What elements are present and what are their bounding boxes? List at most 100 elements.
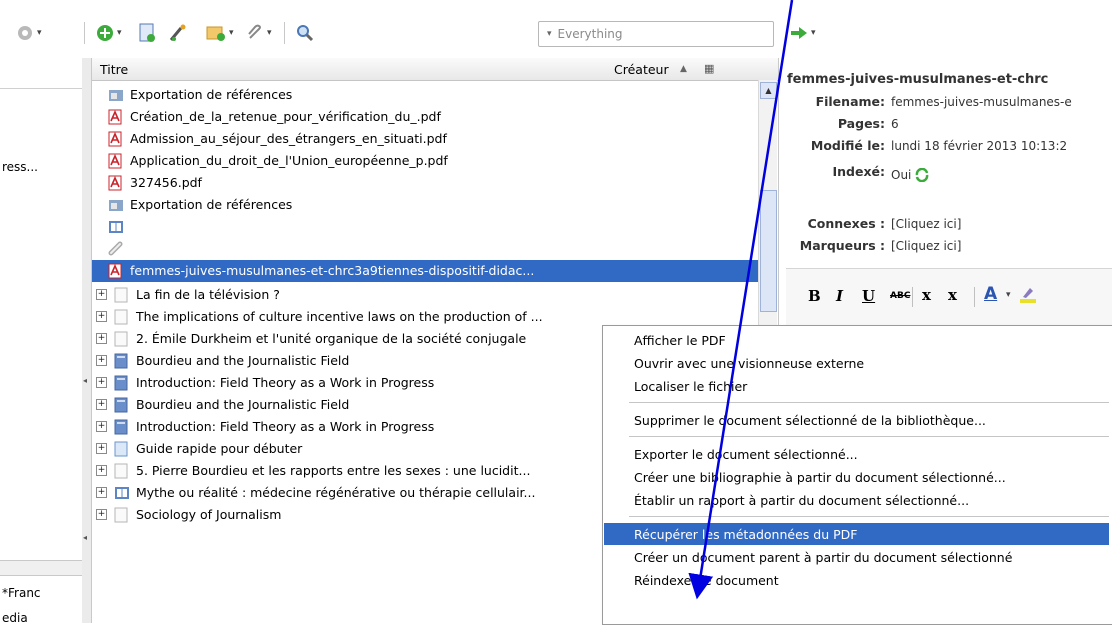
underline-button[interactable]: U <box>862 287 875 305</box>
row-title: Exportation de références <box>130 87 293 102</box>
search-placeholder: Everything <box>557 27 623 41</box>
context-menu-item[interactable]: Créer un document parent à partir du doc… <box>604 546 1109 568</box>
related-link[interactable]: [Cliquez ici] <box>891 217 961 231</box>
expand-toggle-icon[interactable]: + <box>96 399 107 410</box>
pane-splitter[interactable] <box>0 560 82 576</box>
context-menu-item[interactable]: Supprimer le document sélectionné de la … <box>604 409 1109 431</box>
column-title[interactable]: Titre <box>100 62 128 77</box>
context-menu-item[interactable]: Établir un rapport à partir du document … <box>604 489 1109 511</box>
expand-toggle-icon[interactable]: + <box>96 377 107 388</box>
table-row[interactable]: Exportation de références <box>92 84 758 106</box>
document-icon <box>114 507 128 523</box>
table-row[interactable]: Application_du_droit_de_l'Union_européen… <box>92 150 758 172</box>
table-row[interactable] <box>92 238 758 260</box>
table-row[interactable]: Exportation de références <box>92 194 758 216</box>
row-title: La fin de la télévision ? <box>136 287 280 302</box>
row-title: 327456.pdf <box>130 175 202 190</box>
column-creator[interactable]: Créateur <box>614 62 669 77</box>
attach-button[interactable]: ▾ <box>246 20 272 46</box>
reindex-icon[interactable] <box>915 168 929 182</box>
collapse-arrow-icon[interactable]: ◂ <box>83 533 87 542</box>
modified-value: lundi 18 février 2013 10:13:2 <box>891 139 1068 153</box>
related-label: Connexes : <box>807 216 885 231</box>
expand-toggle-icon[interactable]: + <box>96 509 107 520</box>
attach-icon <box>248 24 261 39</box>
add-by-identifier-button[interactable] <box>168 20 188 46</box>
superscript-button[interactable]: x <box>948 286 957 304</box>
expand-toggle-icon[interactable]: + <box>96 333 107 344</box>
row-title: 5. Pierre Bourdieu et les rapports entre… <box>136 463 531 478</box>
document-icon <box>114 309 128 325</box>
search-input[interactable]: ▾ Everything <box>538 21 774 47</box>
subscript-button[interactable]: x <box>922 286 931 304</box>
actions-button[interactable]: ▾ <box>16 20 42 46</box>
advanced-search-button[interactable] <box>296 20 314 46</box>
table-row[interactable]: + La fin de la télévision ? <box>92 284 758 306</box>
menu-separator <box>629 436 1109 437</box>
expand-toggle-icon[interactable]: + <box>96 289 107 300</box>
scroll-thumb[interactable] <box>760 190 777 312</box>
magic-wand-icon <box>169 24 186 41</box>
table-row[interactable]: Admission_au_séjour_des_étrangers_en_sit… <box>92 128 758 150</box>
expand-toggle-icon[interactable]: + <box>96 421 107 432</box>
bold-button[interactable]: B <box>808 287 821 305</box>
row-title: Bourdieu and the Journalistic Field <box>136 397 350 412</box>
context-menu-item[interactable]: Ouvrir avec une visionneuse externe <box>604 352 1109 374</box>
attachment-title[interactable]: femmes-juives-musulmanes-et-chrc <box>787 72 1048 87</box>
expand-toggle-icon[interactable]: + <box>96 465 107 476</box>
column-picker-icon[interactable]: ▦ <box>704 62 714 75</box>
pages-label: Pages: <box>837 116 885 131</box>
search-mode-icon[interactable]: ▾ <box>547 29 552 39</box>
scroll-up-icon[interactable]: ▲ <box>760 82 777 99</box>
highlight-icon[interactable] <box>1018 285 1038 305</box>
collapse-arrow-icon[interactable]: ◂ <box>83 376 87 385</box>
row-title: Sociology of Journalism <box>136 507 282 522</box>
locate-button[interactable]: ▾ <box>790 20 816 46</box>
gear-icon <box>18 26 32 40</box>
row-title: Introduction: Field Theory as a Work in … <box>136 375 435 390</box>
indexed-value: Oui <box>891 168 912 182</box>
new-note-icon <box>139 23 155 42</box>
note-editor-toolbar: B I U ABC x x A ▾ <box>786 268 1112 327</box>
expand-toggle-icon[interactable]: + <box>96 355 107 366</box>
tags-link[interactable]: [Cliquez ici] <box>891 239 961 253</box>
new-collection-icon <box>206 26 225 41</box>
table-row[interactable] <box>92 216 758 238</box>
indexed-label: Indexé: <box>832 164 885 179</box>
journal-article-icon <box>114 375 128 391</box>
table-row[interactable]: 327456.pdf <box>92 172 758 194</box>
expand-toggle-icon[interactable]: + <box>96 487 107 498</box>
context-menu-item[interactable]: Réindexer le document <box>604 569 1109 591</box>
font-color-dropdown-icon[interactable]: ▾ <box>1006 290 1011 300</box>
new-note-button[interactable] <box>138 20 156 46</box>
new-item-button[interactable]: ▾ <box>96 20 122 46</box>
journal-article-icon <box>114 419 128 435</box>
filename-value[interactable]: femmes-juives-musulmanes-e <box>891 95 1072 109</box>
row-title: Exportation de références <box>130 197 293 212</box>
pdf-icon <box>108 109 122 125</box>
new-collection-button[interactable]: ▾ <box>206 20 234 46</box>
italic-button[interactable]: I <box>836 287 843 305</box>
row-title: Création_de_la_retenue_pour_vérification… <box>130 109 441 124</box>
pdf-icon <box>108 131 122 147</box>
row-title: Guide rapide pour débuter <box>136 441 303 456</box>
table-row-selected[interactable]: femmes-juives-musulmanes-et-chrc3a9tienn… <box>92 260 758 282</box>
expand-toggle-icon[interactable]: + <box>96 443 107 454</box>
book-icon <box>114 485 129 501</box>
journal-article-icon <box>114 397 128 413</box>
menu-separator <box>629 516 1109 517</box>
tag-item[interactable]: *Franc <box>2 586 41 600</box>
context-menu-item[interactable]: Localiser le fichier <box>604 375 1109 397</box>
table-row[interactable]: Création_de_la_retenue_pour_vérification… <box>92 106 758 128</box>
strikethrough-button[interactable]: ABC <box>890 291 910 301</box>
journal-article-icon <box>114 353 128 369</box>
context-menu-item[interactable]: Afficher le PDF <box>604 329 1109 351</box>
context-menu-item[interactable]: Exporter le document sélectionné... <box>604 443 1109 465</box>
pane-splitter[interactable]: ◂ ◂ <box>82 58 92 623</box>
expand-toggle-icon[interactable]: + <box>96 311 107 322</box>
context-menu-item[interactable]: Créer une bibliographie à partir du docu… <box>604 466 1109 488</box>
font-color-button[interactable]: A <box>984 284 997 304</box>
row-title: 2. Émile Durkheim et l'unité organique d… <box>136 331 527 346</box>
context-menu-item[interactable]: Récupérer les métadonnées du PDF <box>604 523 1109 545</box>
collection-item[interactable]: ress... <box>2 160 38 174</box>
